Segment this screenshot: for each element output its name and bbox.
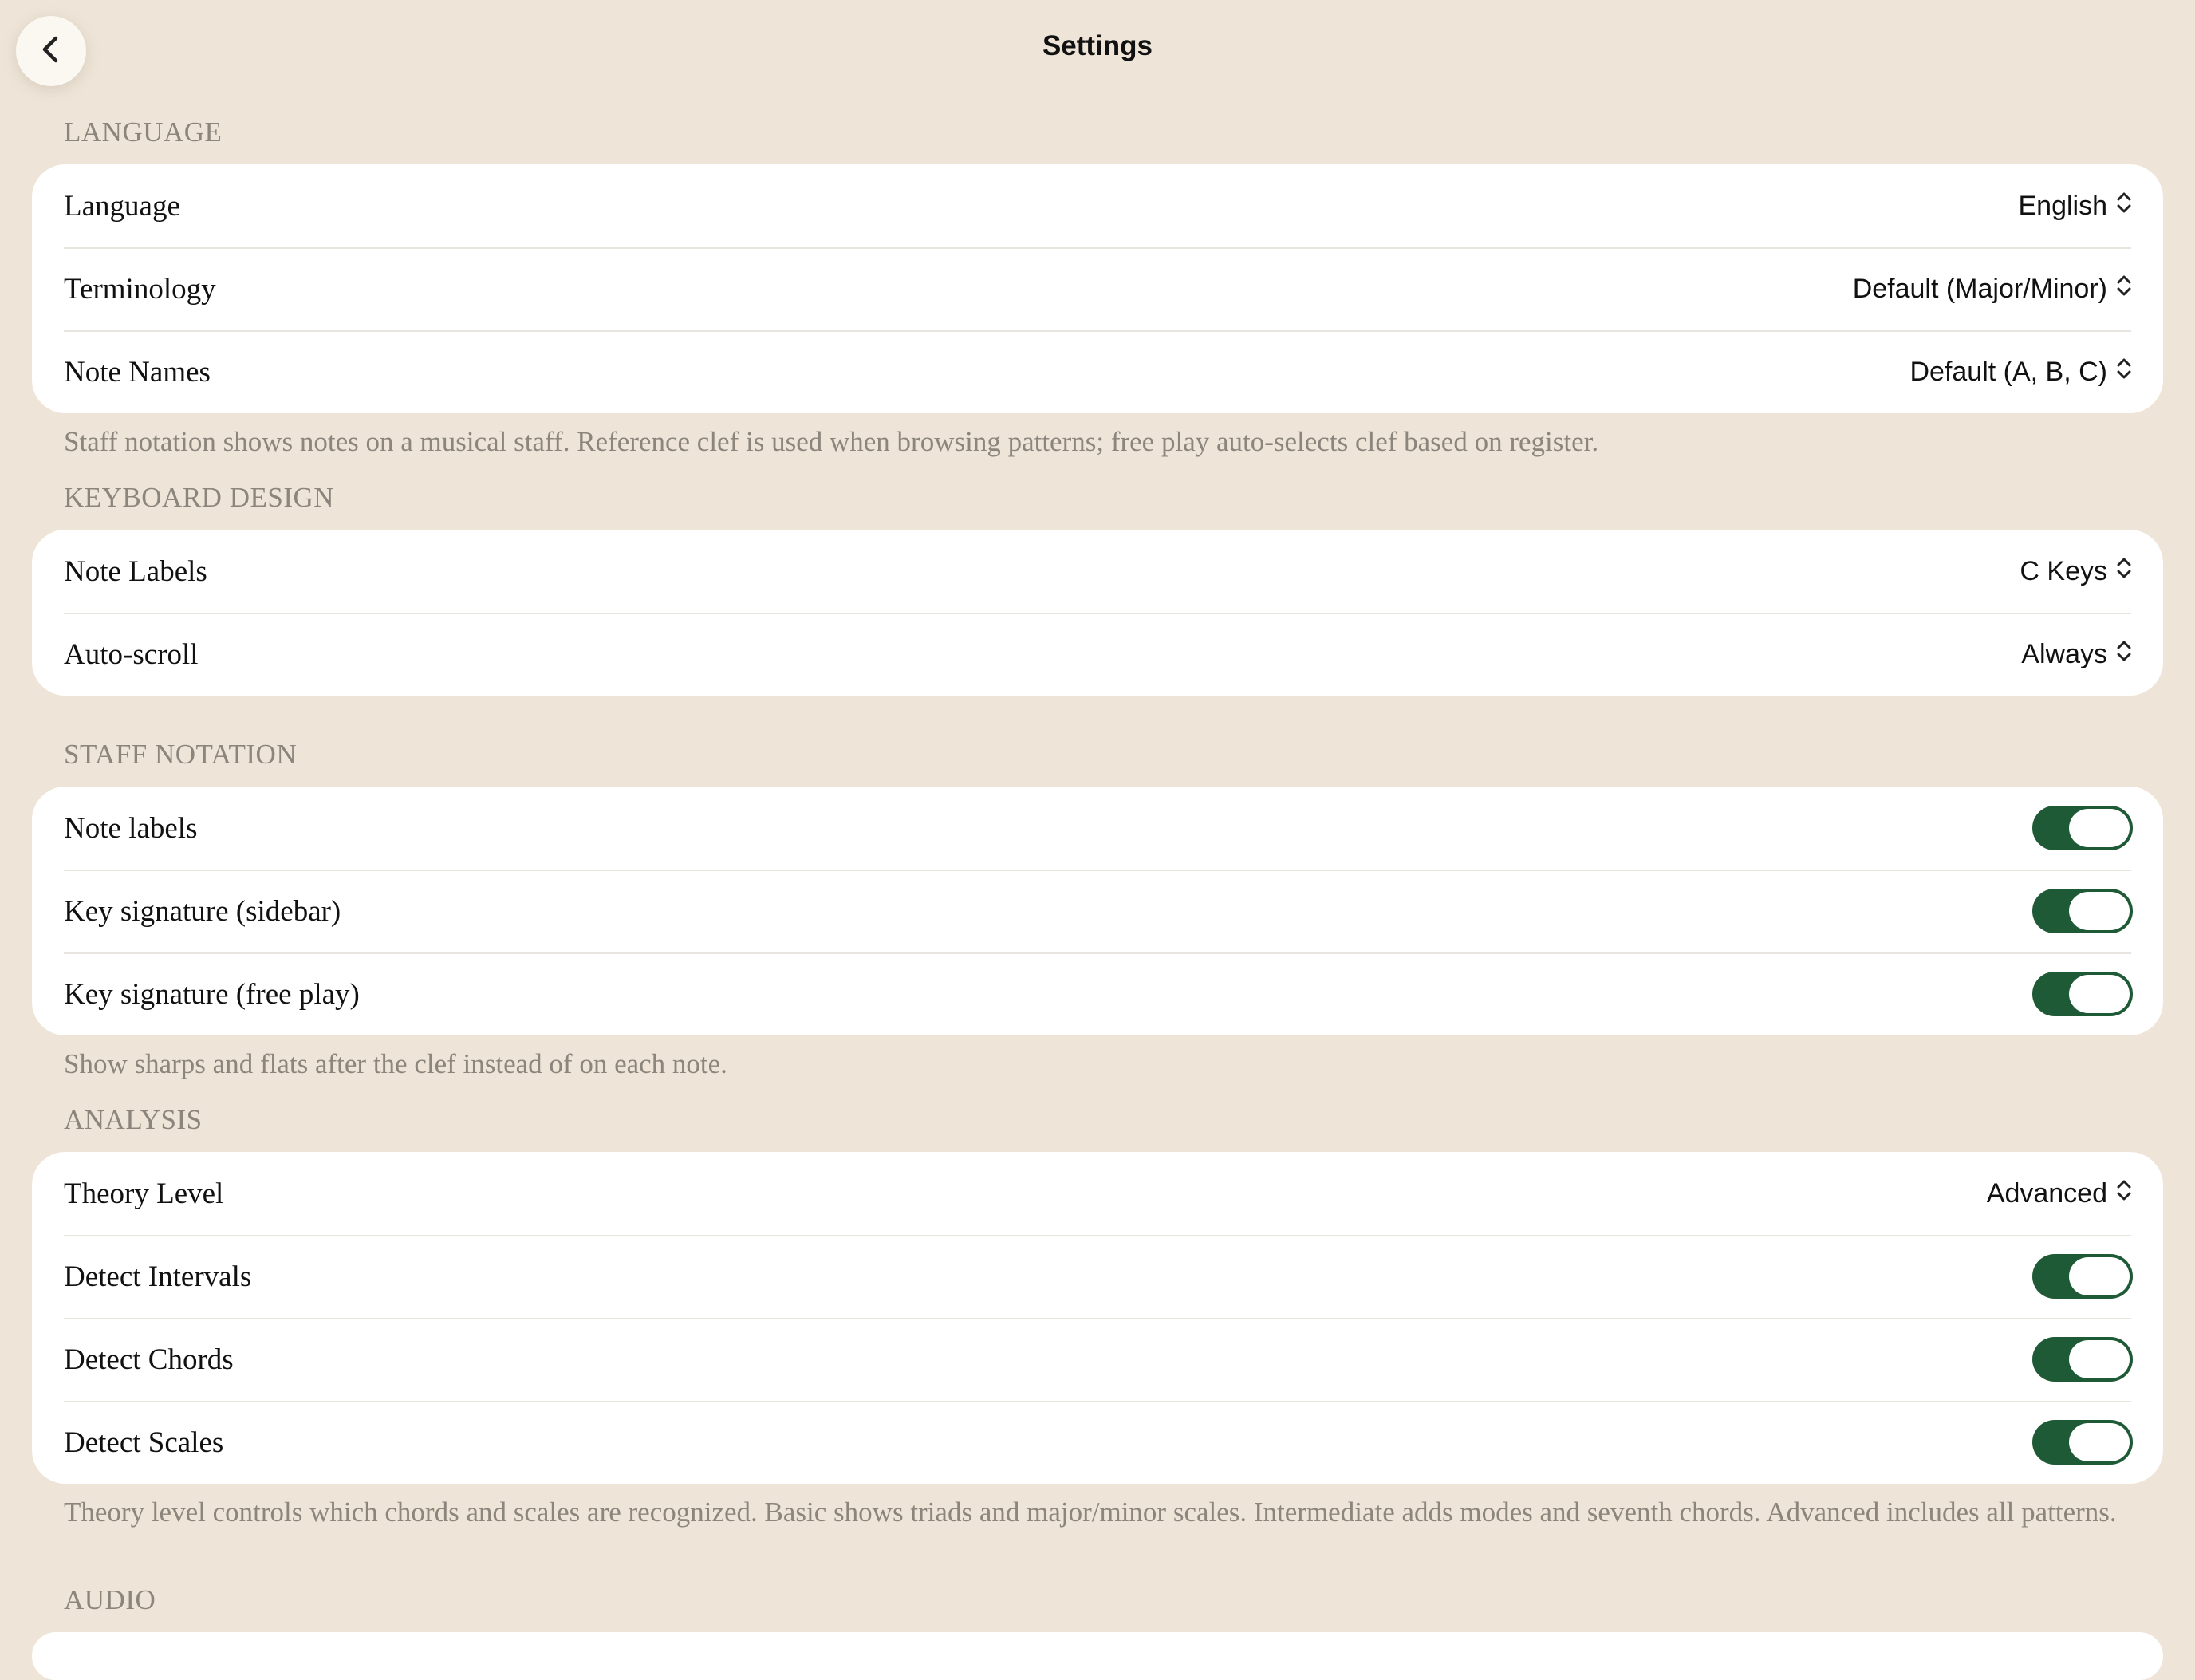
toggle-knob: [2069, 1423, 2130, 1461]
row-label: Detect Scales: [64, 1426, 224, 1459]
section-header-language: LANGUAGE: [64, 116, 223, 148]
section-footer-staff-notation: Show sharps and flats after the clef ins…: [64, 1048, 727, 1079]
row-label: Key signature (sidebar): [64, 894, 341, 928]
row-label: Language: [64, 189, 180, 223]
picker-value: Advanced: [1986, 1177, 2107, 1209]
chevron-up-down-icon: [2115, 272, 2133, 306]
setting-row-detect-scales: Detect Scales: [32, 1401, 2163, 1484]
chevron-up-down-icon: [2115, 637, 2133, 672]
chevron-up-down-icon: [2115, 554, 2133, 589]
row-label: Detect Chords: [64, 1343, 234, 1376]
chevron-up-down-icon: [2115, 189, 2133, 223]
section-header-staff-notation: STAFF NOTATION: [64, 739, 298, 770]
note-labels-toggle[interactable]: [2032, 806, 2133, 850]
section-footer-analysis: Theory level controls which chords and s…: [64, 1497, 2117, 1528]
row-label: Key signature (free play): [64, 977, 360, 1011]
card-keyboard-design: Note Labels C Keys Auto-scroll Always: [32, 530, 2163, 696]
section-header-audio: AUDIO: [64, 1584, 156, 1615]
toggle-knob: [2069, 809, 2130, 847]
detect-scales-toggle[interactable]: [2032, 1420, 2133, 1465]
card-language: Language English Terminology Default (Ma…: [32, 164, 2163, 413]
setting-row-theory-level[interactable]: Theory Level Advanced: [32, 1152, 2163, 1235]
language-picker[interactable]: English: [2018, 189, 2133, 223]
card-audio: [32, 1632, 2163, 1680]
toggle-knob: [2069, 1340, 2130, 1378]
setting-row-key-signature-free-play: Key signature (free play): [32, 952, 2163, 1035]
page-title: Settings: [1042, 30, 1153, 61]
terminology-picker[interactable]: Default (Major/Minor): [1853, 272, 2133, 306]
row-label: Detect Intervals: [64, 1260, 252, 1293]
row-label: Terminology: [64, 272, 216, 306]
setting-row-key-signature-sidebar: Key signature (sidebar): [32, 870, 2163, 952]
setting-row-auto-scroll[interactable]: Auto-scroll Always: [32, 613, 2163, 696]
row-label: Theory Level: [64, 1177, 224, 1210]
note-labels-picker[interactable]: C Keys: [2020, 554, 2133, 589]
setting-row-note-labels-keyboard[interactable]: Note Labels C Keys: [32, 530, 2163, 613]
card-analysis: Theory Level Advanced Detect Intervals D…: [32, 1152, 2163, 1484]
setting-row-note-labels-staff: Note labels: [32, 787, 2163, 870]
section-header-analysis: ANALYSIS: [64, 1104, 203, 1135]
row-label: Auto-scroll: [64, 637, 199, 671]
setting-row-detect-intervals: Detect Intervals: [32, 1235, 2163, 1318]
setting-row-terminology[interactable]: Terminology Default (Major/Minor): [32, 247, 2163, 330]
detect-chords-toggle[interactable]: [2032, 1337, 2133, 1382]
top-bar: Settings: [0, 0, 2195, 104]
note-names-picker[interactable]: Default (A, B, C): [1909, 355, 2133, 389]
picker-value: C Keys: [2020, 555, 2107, 586]
picker-value: Always: [2021, 638, 2107, 669]
row-label: Note Names: [64, 355, 211, 388]
picker-value: Default (Major/Minor): [1852, 273, 2107, 304]
chevron-up-down-icon: [2115, 355, 2133, 389]
picker-value: English: [2018, 190, 2107, 221]
key-signature-sidebar-toggle[interactable]: [2032, 889, 2133, 933]
toggle-knob: [2069, 1257, 2130, 1295]
setting-row-detect-chords: Detect Chords: [32, 1318, 2163, 1401]
key-signature-free-play-toggle[interactable]: [2032, 972, 2133, 1016]
row-label: Note Labels: [64, 554, 207, 588]
auto-scroll-picker[interactable]: Always: [2021, 637, 2133, 672]
card-staff-notation: Note labels Key signature (sidebar) Key …: [32, 787, 2163, 1035]
picker-value: Default (A, B, C): [1909, 356, 2107, 387]
theory-level-picker[interactable]: Advanced: [1987, 1177, 2133, 1211]
setting-row-note-names[interactable]: Note Names Default (A, B, C): [32, 330, 2163, 413]
setting-row-language[interactable]: Language English: [32, 164, 2163, 247]
section-header-keyboard-design: KEYBOARD DESIGN: [64, 482, 335, 513]
row-label: Note labels: [64, 811, 198, 845]
toggle-knob: [2069, 975, 2130, 1013]
toggle-knob: [2069, 892, 2130, 930]
chevron-up-down-icon: [2115, 1177, 2133, 1211]
detect-intervals-toggle[interactable]: [2032, 1254, 2133, 1299]
section-footer-language: Staff notation shows notes on a musical …: [64, 426, 1599, 457]
